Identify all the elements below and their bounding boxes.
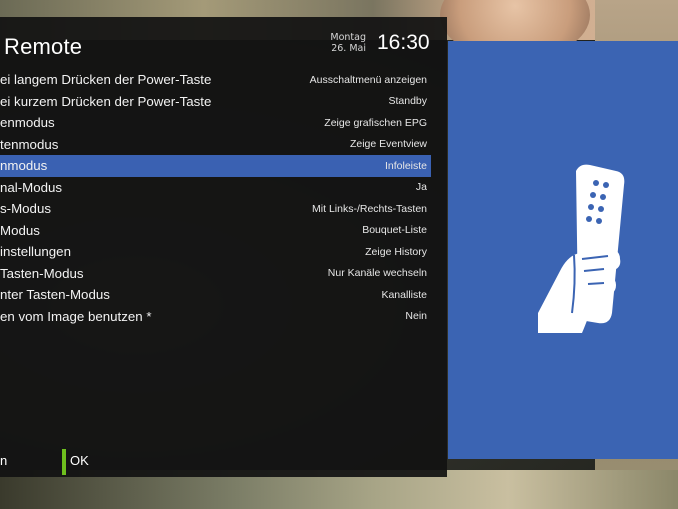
setting-label: nmodus [0, 158, 48, 174]
setting-row[interactable]: Tasten-Modus Nur Kanäle wechseln [0, 263, 431, 285]
setting-row[interactable]: enmodus Zeige grafischen EPG [0, 112, 431, 134]
date-weekday: Montag [330, 32, 366, 43]
setting-value: Zeige Eventview [349, 138, 427, 151]
setting-value: Mit Links-/Rechts-Tasten [312, 202, 427, 215]
setting-row[interactable]: nter Tasten-Modus Kanalliste [0, 284, 431, 306]
setting-value: Zeige grafischen EPG [324, 116, 427, 129]
setting-label: s-Modus [0, 201, 51, 217]
setting-row[interactable]: ei kurzem Drücken der Power-Taste Standby [0, 91, 431, 113]
setting-row[interactable]: ei langem Drücken der Power-Taste Ausscha… [0, 69, 431, 91]
setting-value: Nein [405, 310, 427, 323]
setting-row-selected[interactable]: nmodus Infoleiste [0, 155, 431, 177]
date-display: Montag 26. Mai [330, 32, 366, 54]
ok-key-indicator [62, 449, 66, 475]
setting-label: enmodus [0, 115, 55, 131]
setting-value: Kanalliste [381, 288, 427, 301]
setting-row[interactable]: Modus Bouquet-Liste [0, 220, 431, 242]
setting-label: en vom Image benutzen * [0, 308, 152, 324]
info-panel [448, 41, 678, 459]
ok-button[interactable]: OK [70, 453, 89, 468]
page-title: Remote [4, 34, 83, 59]
setting-value: Nur Kanäle wechseln [327, 267, 427, 280]
setting-label: Tasten-Modus [0, 265, 84, 281]
setting-row[interactable]: en vom Image benutzen * Nein [0, 306, 431, 328]
setting-label: nter Tasten-Modus [0, 287, 110, 303]
date-day: 26. Mai [331, 43, 366, 54]
setting-label: nal-Modus [0, 179, 63, 195]
setting-row[interactable]: s-Modus Mit Links-/Rechts-Tasten [0, 198, 431, 220]
setting-row[interactable]: nal-Modus Ja [0, 177, 431, 199]
remote-control-hand-icon [538, 164, 625, 333]
footer-left-label[interactable]: n [0, 453, 7, 468]
setting-row[interactable]: instellungen Zeige History [0, 241, 431, 263]
setting-label: Modus [0, 222, 40, 238]
setting-value: Standby [388, 95, 427, 108]
setting-label: ei langem Drücken der Power-Taste [0, 72, 212, 88]
settings-list: ei langem Drücken der Power-Taste Ausscha… [0, 69, 431, 327]
setting-value: Ausschaltmenü anzeigen [309, 73, 427, 86]
setting-value: Infoleiste [384, 159, 427, 172]
setting-label: instellungen [0, 244, 71, 260]
setting-value: Bouquet-Liste [362, 224, 427, 237]
setting-value: Ja [415, 181, 427, 194]
setting-label: ei kurzem Drücken der Power-Taste [0, 93, 212, 109]
setting-label: tenmodus [0, 136, 59, 152]
setting-value: Zeige History [365, 245, 427, 258]
setting-row[interactable]: tenmodus Zeige Eventview [0, 134, 431, 156]
clock: 16:30 [377, 31, 430, 54]
